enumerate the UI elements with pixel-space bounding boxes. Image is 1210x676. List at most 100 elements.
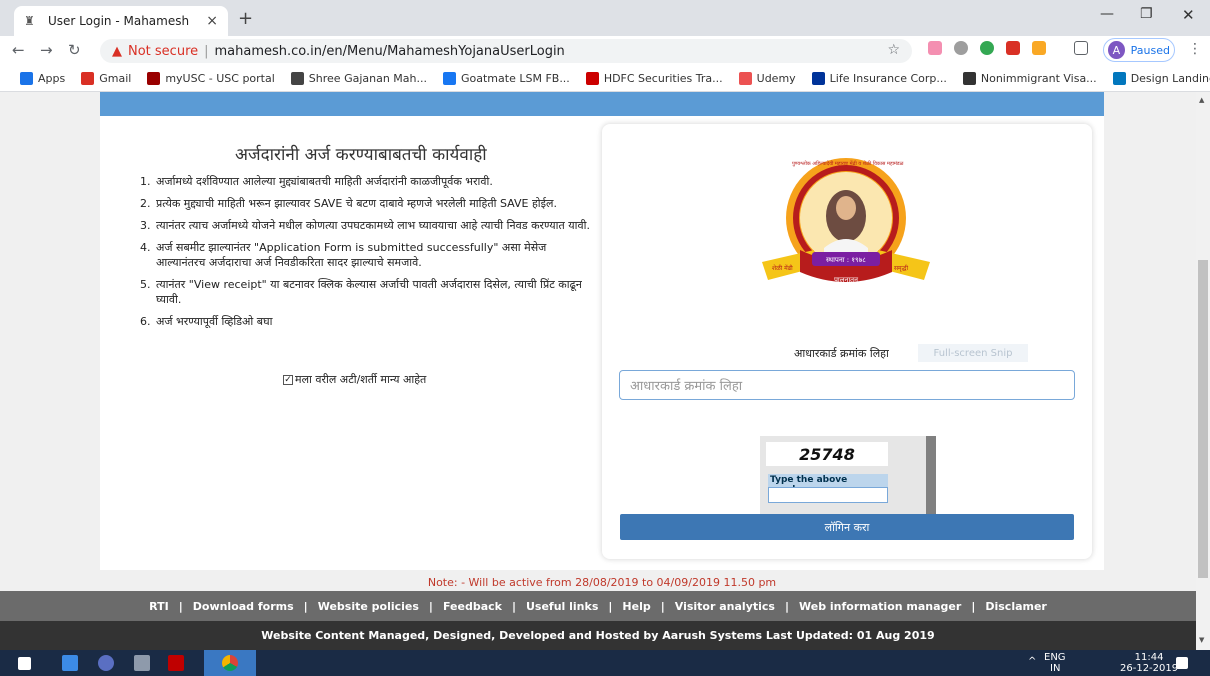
start-icon[interactable] <box>18 657 31 670</box>
back-icon[interactable]: ← <box>12 41 25 59</box>
reload-icon[interactable]: ↻ <box>68 41 81 59</box>
extension-record-icon[interactable] <box>1006 41 1020 55</box>
agree-checkbox[interactable]: ✓ <box>283 374 293 385</box>
browser-toolbar: ← → ↻ ▲ Not secure | mahamesh.co.in/en/M… <box>0 36 1210 66</box>
login-button[interactable]: लॉगिन करा <box>620 514 1074 540</box>
bookmark-star-icon[interactable]: ☆ <box>887 42 900 58</box>
bookmark-item[interactable]: Apps <box>20 72 65 85</box>
profile-button[interactable]: A Paused <box>1103 38 1175 62</box>
bookmark-label: Gmail <box>99 72 132 85</box>
warning-icon: ▲ <box>112 43 122 59</box>
footer-separator: | <box>511 599 516 613</box>
captcha-box: 25748 Type the above number: <box>760 436 936 516</box>
new-tab-icon[interactable]: + <box>238 8 253 29</box>
step-number: 5. <box>140 278 151 291</box>
step-number: 2. <box>140 197 151 210</box>
bookmark-label: Nonimmigrant Visa... <box>980 72 1097 85</box>
forward-icon[interactable]: → <box>40 41 53 59</box>
bookmark-item[interactable]: HDFC Securities Tra... <box>585 72 723 85</box>
region-code: IN <box>1050 663 1061 674</box>
close-tab-icon[interactable]: × <box>206 13 218 29</box>
bookmark-item[interactable]: Design Landing Pag... <box>1112 72 1210 85</box>
address-separator: | <box>204 43 209 59</box>
notifications-icon[interactable] <box>1176 657 1188 669</box>
captcha-input[interactable] <box>768 487 888 503</box>
clock-time: 11:44 <box>1134 652 1164 663</box>
restore-icon[interactable]: ❐ <box>1140 6 1153 22</box>
extension-grammarly-icon[interactable] <box>980 41 994 55</box>
aadhar-input[interactable]: आधारकार्ड क्रमांक लिहा <box>619 370 1075 400</box>
footer-separator: | <box>784 599 789 613</box>
url-text: mahamesh.co.in/en/Menu/MahameshYojanaUse… <box>214 43 565 59</box>
scrollbar-thumb[interactable] <box>1198 260 1208 578</box>
footer-separator: | <box>428 599 433 613</box>
extension-analytics-icon[interactable] <box>1032 41 1046 55</box>
bookmark-favicon-icon <box>20 72 33 85</box>
footer-link[interactable]: Help <box>622 600 650 613</box>
footer-credit: Website Content Managed, Designed, Devel… <box>0 621 1196 650</box>
bookmark-label: myUSC - USC portal <box>165 72 275 85</box>
bookmark-item[interactable]: Gmail <box>81 72 131 85</box>
extension-circle-icon[interactable] <box>954 41 968 55</box>
language-indicator[interactable]: ENG IN <box>1044 652 1066 674</box>
clock[interactable]: 11:44 26-12-2019 <box>1120 652 1178 674</box>
profile-status: Paused <box>1130 43 1170 57</box>
instruction-step[interactable]: 6. अर्ज भरण्यापूर्वी व्हिडिओ बघा <box>140 314 590 329</box>
footer-link[interactable]: Feedback <box>443 600 502 613</box>
footer-link[interactable]: Website policies <box>318 600 419 613</box>
address-bar[interactable]: ▲ Not secure | mahamesh.co.in/en/Menu/Ma… <box>100 39 912 63</box>
bookmark-item[interactable]: Nonimmigrant Visa... <box>962 72 1097 85</box>
tab-user-login[interactable]: ♜ User Login - Mahamesh × <box>14 6 228 36</box>
step-text: प्रत्येक मुद्द्याची माहिती भरून झाल्यावर… <box>156 197 557 210</box>
step-text: अर्ज सबमीट झाल्यानंतर "Application Form … <box>156 241 547 269</box>
agree-label: मला वरील अटी/शर्ती मान्य आहेत <box>295 373 427 386</box>
footer-link[interactable]: RTI <box>149 600 169 613</box>
bookmark-item[interactable]: Udemy <box>738 72 796 85</box>
step-number: 4. <box>140 241 151 254</box>
bookmark-favicon-icon <box>811 72 825 85</box>
login-card: पुण्यश्लोक अहिल्यादेवी महाराष्ट्र मेंढी … <box>602 124 1092 559</box>
filezilla-icon[interactable] <box>168 655 184 671</box>
tools-app-icon[interactable] <box>134 655 150 671</box>
browser-menu-icon[interactable]: ⋮ <box>1188 41 1202 57</box>
footer-link[interactable]: Useful links <box>526 600 598 613</box>
footer-link[interactable]: Visitor analytics <box>675 600 775 613</box>
aadhar-label: आधारकार्ड क्रमांक लिहा <box>794 347 889 360</box>
scroll-up-icon[interactable]: ▲ <box>1199 96 1204 104</box>
header-band <box>100 92 1104 116</box>
instructions-heading: अर्जदारांनी अर्ज करण्याबाबतची कार्यवाही <box>235 145 487 165</box>
agree-terms[interactable]: ✓ मला वरील अटी/शर्ती मान्य आहेत <box>283 372 426 387</box>
footer-link[interactable]: Disclamer <box>985 600 1047 613</box>
mahamesh-logo-icon: पुण्यश्लोक अहिल्यादेवी महाराष्ट्र मेंढी … <box>762 158 930 284</box>
footer-separator: | <box>660 599 665 613</box>
security-status: Not secure <box>128 43 199 59</box>
bookmark-label: Apps <box>38 72 66 85</box>
file-explorer-icon[interactable] <box>62 655 78 671</box>
cast-icon[interactable] <box>1074 41 1088 55</box>
instruction-step: 4. अर्ज सबमीट झाल्यानंतर "Application For… <box>140 240 590 270</box>
chrome-taskbar-button[interactable] <box>204 650 256 676</box>
bookmark-label: Shree Gajanan Mah... <box>308 72 427 85</box>
bookmark-item[interactable]: Life Insurance Corp... <box>811 72 947 85</box>
bookmark-item[interactable]: Shree Gajanan Mah... <box>290 72 427 85</box>
footer-separator: | <box>303 599 308 613</box>
tab-title: User Login - Mahamesh <box>48 14 190 28</box>
footer-link[interactable]: Download forms <box>193 600 294 613</box>
bookmark-favicon-icon <box>81 72 95 85</box>
bookmark-label: Udemy <box>756 72 796 85</box>
tray-chevron-icon[interactable]: ^ <box>1028 656 1036 667</box>
media-app-icon[interactable] <box>98 655 114 671</box>
footer-link[interactable]: Web information manager <box>799 600 961 613</box>
logo-ribbon-right: समृद्धी <box>894 264 908 272</box>
scroll-down-icon[interactable]: ▼ <box>1199 636 1204 644</box>
page-scrollbar[interactable]: ▲ ▼ <box>1196 92 1210 650</box>
bookmark-favicon-icon <box>147 72 161 85</box>
step-text: त्यानंतर त्याच अर्जामध्ये योजने मधील कोण… <box>156 219 590 232</box>
minimize-icon[interactable]: — <box>1100 6 1114 22</box>
bookmark-item[interactable]: Goatmate LSM FB... <box>443 72 570 85</box>
instruction-step: 5. त्यानंतर "View receipt" या बटनावर क्लि… <box>140 277 590 307</box>
snip-overlay: Full-screen Snip <box>918 344 1028 362</box>
close-window-icon[interactable]: ✕ <box>1182 6 1195 24</box>
bookmark-item[interactable]: myUSC - USC portal <box>147 72 275 85</box>
extension-pdf-icon[interactable] <box>928 41 942 55</box>
